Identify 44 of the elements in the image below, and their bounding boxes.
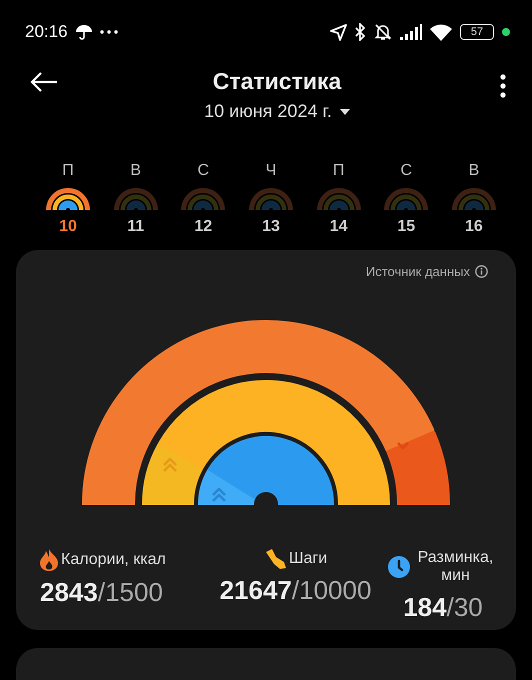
date-picker[interactable]: 10 июня 2024 г. (204, 101, 350, 122)
metric-value: 184/30 (403, 592, 483, 623)
more-icon (100, 30, 118, 34)
flame-icon (40, 549, 58, 571)
caret-icon (340, 108, 350, 114)
signal-icon (400, 24, 422, 40)
day-tab[interactable]: П 14 (316, 162, 361, 250)
bell-muted-icon (374, 23, 392, 41)
day-tab[interactable]: В 11 (114, 162, 158, 250)
battery-icon: 57 (460, 24, 494, 40)
rainbow-ring-icon (316, 188, 361, 210)
rainbow-ring-icon (452, 188, 496, 210)
rainbow-ring-icon (248, 188, 293, 210)
metric-label: Калории, ккал (61, 551, 166, 569)
day-tab[interactable]: С 15 (384, 162, 428, 250)
steps-overflow-arc (142, 442, 204, 505)
privacy-indicator-dot (502, 28, 510, 36)
status-time: 20:16 (25, 22, 68, 42)
kebab-menu-icon (500, 74, 506, 98)
umbrella-icon (76, 24, 92, 40)
wifi-icon (430, 24, 452, 40)
chevron-up-icon (162, 458, 178, 472)
metric-value: 2843/1500 (40, 577, 164, 608)
rainbow-ring-icon (46, 188, 90, 210)
rainbow-ring-icon (181, 188, 226, 210)
metric-value: 21647/10000 (220, 575, 372, 606)
day-tab[interactable]: П 10 (46, 162, 90, 250)
rainbow-ring-icon (114, 188, 158, 210)
day-tab[interactable]: В 16 (452, 162, 496, 250)
chevron-down-icon (397, 442, 409, 450)
metric-label: Разминка, мин (416, 549, 494, 586)
back-arrow-icon (30, 72, 58, 92)
bluetooth-icon (355, 23, 366, 41)
data-source-link[interactable]: Источник данных (366, 264, 488, 279)
chevron-up-icon (212, 488, 226, 502)
shoe-icon (264, 549, 286, 569)
day-tab[interactable]: С 12 (181, 162, 226, 250)
rainbow-ring-icon (384, 188, 428, 210)
metric-label: Шаги (288, 550, 328, 568)
clock-icon (388, 556, 410, 578)
page-title: Статистика (212, 68, 342, 95)
location-icon (330, 24, 347, 40)
info-icon (475, 265, 488, 278)
day-tab[interactable]: Ч 13 (248, 162, 293, 250)
